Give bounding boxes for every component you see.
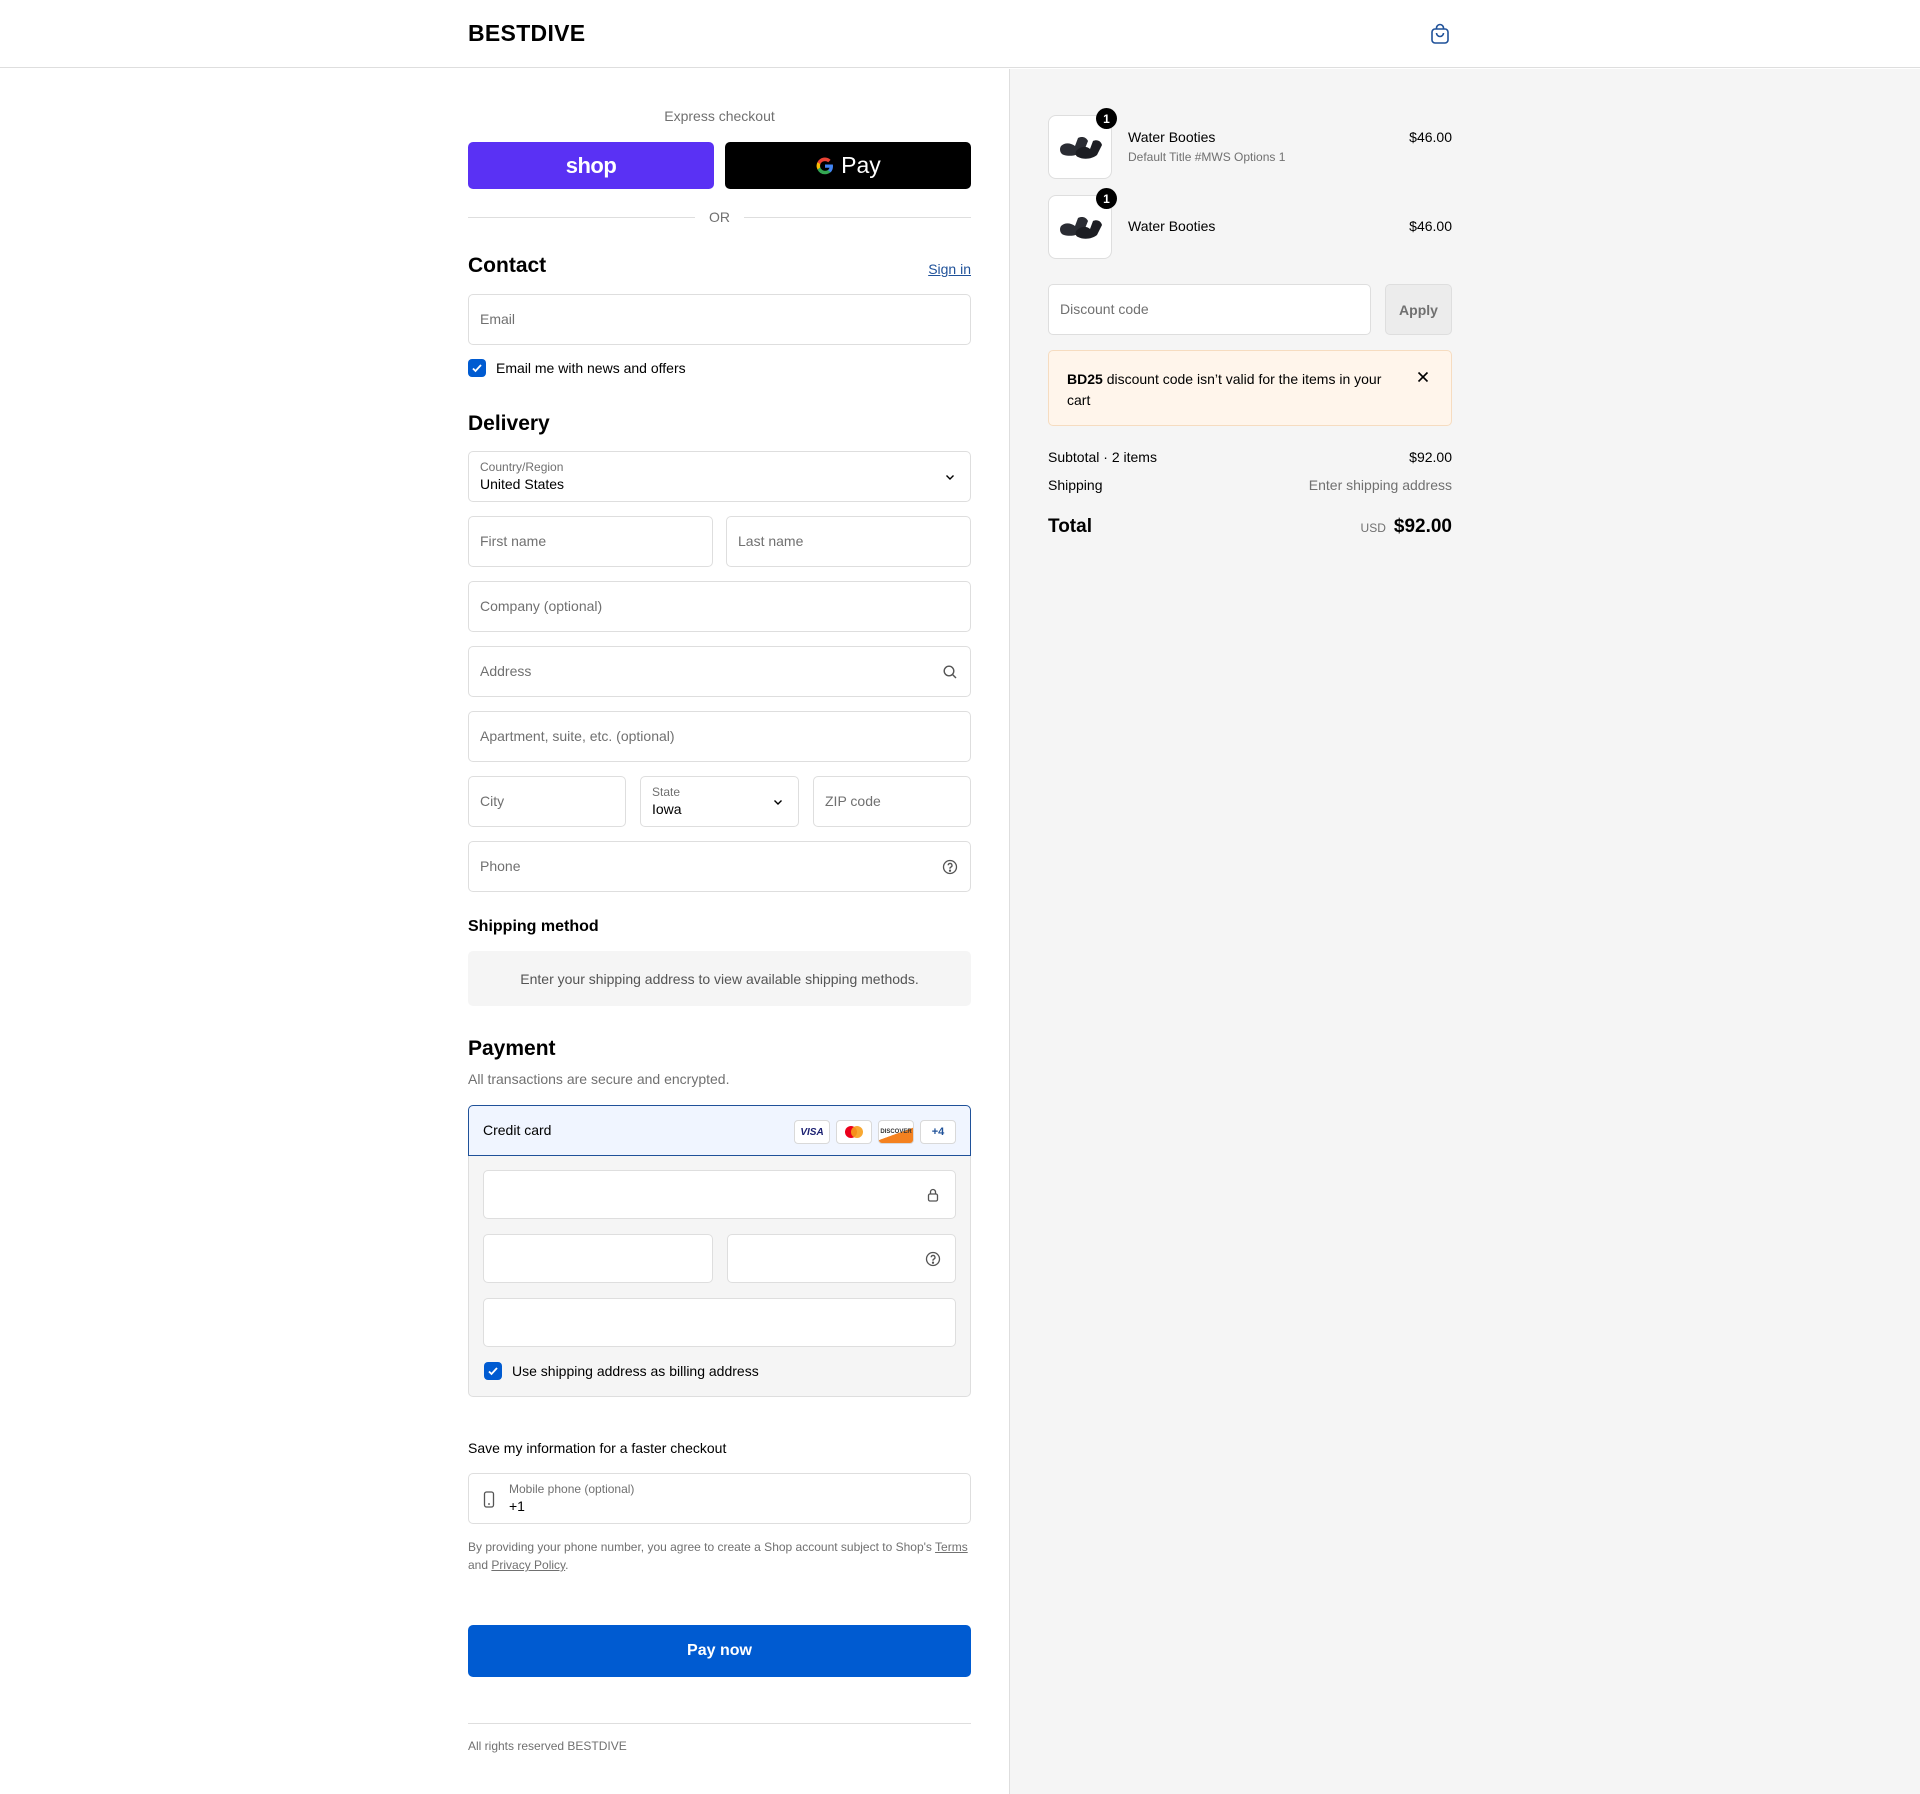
apartment-field[interactable]: Apartment, suite, etc. (optional) [468,711,971,762]
newsletter-checkbox[interactable] [468,359,486,377]
discount-code-field[interactable]: Discount code [1048,284,1371,335]
item-variant: Default Title #MWS Options 1 [1128,150,1286,164]
first-name-field[interactable]: First name [468,516,713,567]
visa-icon: VISA [794,1120,830,1144]
mastercard-icon [836,1120,872,1144]
phone-field[interactable]: Phone [468,841,971,892]
payment-subtitle: All transactions are secure and encrypte… [468,1071,730,1087]
checkmark-icon [488,1367,498,1376]
last-name-field[interactable]: Last name [726,516,971,567]
google-g-icon [816,157,834,174]
shipping-row: Shipping Enter shipping address [1048,477,1452,493]
chevron-down-icon [774,800,782,805]
mobile-phone-icon [483,1491,495,1508]
apply-discount-button[interactable]: Apply [1385,284,1452,335]
more-cards-badge: +4 [920,1120,956,1144]
delivery-heading: Delivery [468,412,550,435]
card-number-field[interactable] [483,1170,956,1219]
expiration-date-field[interactable] [483,1234,713,1283]
company-field[interactable]: Company (optional) [468,581,971,632]
close-icon[interactable] [1415,369,1431,385]
quantity-badge: 1 [1096,188,1117,209]
card-brands: VISA DISCOVER +4 [794,1120,956,1144]
city-field[interactable]: City [468,776,626,827]
billing-same-checkbox[interactable] [484,1362,502,1380]
discover-icon: DISCOVER [878,1120,914,1144]
search-icon [943,665,957,679]
credit-card-option[interactable]: Credit card VISA DISCOVER +4 [468,1105,971,1156]
store-logo[interactable]: BESTDIVE [468,20,585,47]
product-thumbnail: 1 [1048,108,1117,179]
express-checkout-label: Express checkout [664,108,775,124]
chevron-down-icon [946,475,954,480]
water-booties-image [1060,137,1102,159]
email-field[interactable]: Email [468,294,971,345]
state-select[interactable]: State Iowa [640,776,799,827]
billing-same-option[interactable]: Use shipping address as billing address [484,1362,759,1380]
pay-now-button[interactable]: Pay now [468,1625,971,1677]
terms-link[interactable]: Terms [935,1540,968,1554]
credit-card-form: Use shipping address as billing address [468,1156,971,1397]
product-thumbnail: 1 [1048,188,1117,259]
help-circle-icon[interactable] [925,1251,941,1267]
item-name: Water Booties [1128,129,1216,145]
checkmark-icon [472,364,482,373]
footer-divider [468,1723,971,1724]
country-select[interactable]: Country/Region United States [468,451,971,502]
zip-code-field[interactable]: ZIP code [813,776,971,827]
or-divider: OR [468,208,971,226]
name-on-card-field[interactable] [483,1298,956,1347]
lock-icon [927,1188,939,1202]
google-pay-button[interactable]: Pay [725,142,971,189]
shop-legal-text: By providing your phone number, you agre… [468,1540,968,1572]
address-field[interactable]: Address [468,646,971,697]
google-pay-label: Pay [841,152,881,178]
discount-error-text: discount code isn’t valid for the items … [1067,371,1382,408]
help-circle-icon[interactable] [942,859,958,875]
privacy-policy-link[interactable]: Privacy Policy [491,1558,565,1572]
contact-heading: Contact [468,254,547,277]
total-row: Total USD $92.00 [1048,516,1452,537]
subtotal-row: Subtotal · 2 items $92.00 [1048,449,1452,465]
currency-code: USD [1360,521,1386,535]
newsletter-option[interactable]: Email me with news and offers [468,359,686,377]
water-booties-image [1060,217,1102,239]
total-amount: $92.00 [1393,516,1452,537]
header: BESTDIVE [0,0,1920,68]
payment-heading: Payment [468,1037,556,1060]
item-price: $46.00 [1409,129,1452,145]
item-name: Water Booties [1128,218,1216,234]
item-price: $46.00 [1409,218,1452,234]
footer-text: All rights reserved BESTDIVE [468,1739,627,1753]
shopping-bag-icon[interactable] [1428,22,1452,46]
shop-pay-button[interactable]: shop [468,142,714,189]
security-code-field[interactable] [727,1234,956,1283]
sign-in-link[interactable]: Sign in [928,261,971,277]
discount-error-alert: BD25 discount code isn’t valid for the i… [1048,350,1452,426]
shipping-method-notice: Enter your shipping address to view avai… [468,951,971,1006]
shipping-method-heading: Shipping method [468,918,599,935]
quantity-badge: 1 [1096,108,1117,129]
shop-pay-logo: shop [565,152,617,178]
mobile-phone-field[interactable]: Mobile phone (optional) +1 [468,1473,971,1524]
discount-code: BD25 [1067,371,1103,387]
save-info-heading: Save my information for a faster checkou… [468,1440,727,1456]
